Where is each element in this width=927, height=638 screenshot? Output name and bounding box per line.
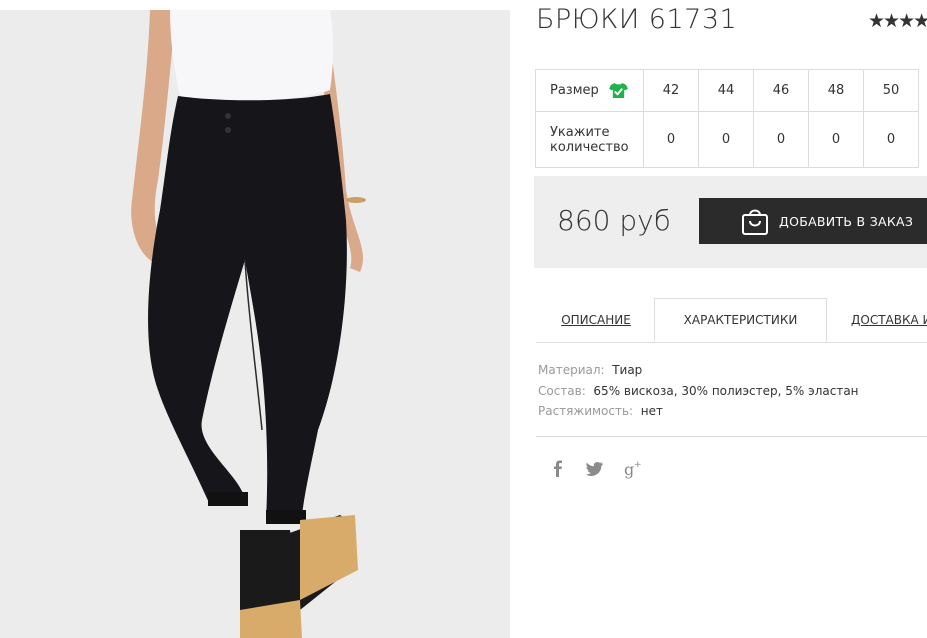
tab-characteristics[interactable]: ХАРАКТЕРИСТИКИ	[654, 298, 827, 342]
tab-description[interactable]: ОПИСАНИЕ	[538, 298, 654, 342]
quantity-label-line2: количество	[550, 139, 629, 155]
add-to-order-button[interactable]: ДОБАВИТЬ В ЗАКАЗ	[699, 198, 927, 244]
size-42[interactable]: 42	[643, 69, 699, 112]
size-table: Размер 42 44 46 48 50 Укажите количество…	[535, 69, 919, 168]
quantity-input-46[interactable]: 0	[753, 111, 809, 168]
characteristic-row: Состав: 65% вискоза, 30% полиэстер, 5% э…	[538, 381, 859, 402]
google-plus-icon[interactable]: g +	[624, 459, 644, 479]
characteristic-key: Материал:	[538, 363, 605, 377]
divider	[536, 436, 927, 437]
characteristic-row: Материал: Тиар	[538, 360, 859, 381]
tab-delivery-label: ДОСТАВКА И ОПЛАТА	[851, 313, 927, 327]
characteristic-key: Растяжимость:	[538, 404, 634, 418]
twitter-icon[interactable]	[586, 462, 603, 476]
tab-delivery[interactable]: ДОСТАВКА И ОПЛАТА	[827, 298, 927, 342]
add-to-order-label: ДОБАВИТЬ В ЗАКАЗ	[779, 213, 914, 229]
characteristic-value: Тиар	[612, 363, 643, 377]
characteristic-value: нет	[640, 404, 663, 418]
quantity-row: Укажите количество 0 0 0 0 0	[535, 111, 919, 168]
characteristic-value: 65% вискоза, 30% полиэстер, 5% эластан	[593, 383, 859, 398]
quantity-input-42[interactable]: 0	[643, 111, 699, 168]
size-46[interactable]: 46	[753, 69, 809, 112]
characteristics-list: Материал: Тиар Состав: 65% вискоза, 30% …	[538, 360, 859, 422]
quantity-label-cell: Укажите количество	[535, 111, 644, 168]
size-label: Размер	[550, 83, 599, 98]
product-title: БРЮКИ 61731	[536, 4, 738, 35]
shirt-check-icon[interactable]	[608, 82, 628, 99]
tabs-divider	[536, 342, 927, 343]
quantity-input-48[interactable]: 0	[808, 111, 864, 168]
svg-text:g: g	[624, 460, 634, 479]
tab-characteristics-label: ХАРАКТЕРИСТИКИ	[683, 313, 798, 327]
size-row: Размер 42 44 46 48 50	[535, 69, 919, 112]
size-label-cell: Размер	[535, 69, 644, 112]
characteristic-row: Растяжимость: нет	[538, 401, 859, 422]
characteristic-key: Состав:	[538, 383, 586, 398]
size-44[interactable]: 44	[698, 69, 754, 112]
size-48[interactable]: 48	[808, 69, 864, 112]
tab-description-label: ОПИСАНИЕ	[561, 313, 631, 327]
rating-stars[interactable]: ★★★★★	[868, 10, 927, 32]
shopping-bag-icon	[742, 209, 768, 235]
price: 860 руб	[557, 204, 671, 237]
quantity-input-50[interactable]: 0	[863, 111, 919, 168]
price-bar: 860 руб ДОБАВИТЬ В ЗАКАЗ	[534, 176, 927, 268]
quantity-input-44[interactable]: 0	[698, 111, 754, 168]
svg-text:+: +	[634, 460, 642, 470]
size-50[interactable]: 50	[863, 69, 919, 112]
product-photo	[0, 10, 510, 638]
facebook-icon[interactable]	[552, 460, 564, 478]
quantity-label-line1: Укажите	[550, 124, 610, 140]
